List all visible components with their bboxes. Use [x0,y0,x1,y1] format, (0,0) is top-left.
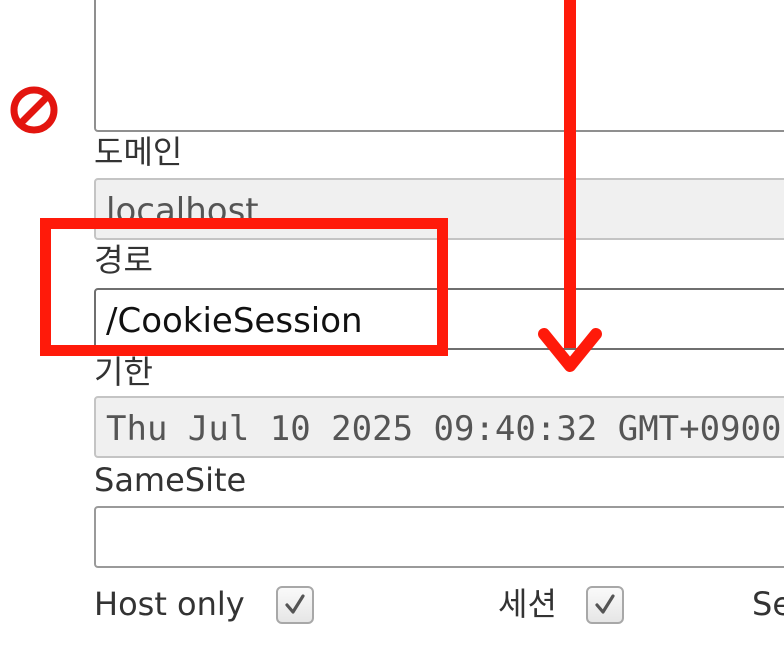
samesite-label: SameSite [94,461,247,499]
expires-label: 기한 [94,353,153,391]
cookie-editor-panel: 도메인 localhost 경로 /CookieSession 기한 Thu J… [0,0,784,652]
checkmark-icon [285,594,305,614]
path-field[interactable]: /CookieSession [94,288,784,350]
cookie-flags-row: Host only 세션 Se [0,584,784,634]
session-checkbox[interactable] [586,586,624,624]
block-icon[interactable] [8,84,60,136]
secure-label: Se [752,585,784,623]
domain-field[interactable]: localhost [94,178,784,240]
host-only-label: Host only [94,585,245,623]
session-label: 세션 [498,585,557,623]
host-only-checkbox[interactable] [276,586,314,624]
checkmark-icon [595,594,615,614]
domain-label: 도메인 [94,133,183,171]
path-label: 경로 [94,241,153,279]
samesite-select[interactable] [94,506,784,568]
expires-field[interactable]: Thu Jul 10 2025 09:40:32 GMT+0900 ( [94,396,784,458]
cookie-value-textarea[interactable] [94,0,784,132]
